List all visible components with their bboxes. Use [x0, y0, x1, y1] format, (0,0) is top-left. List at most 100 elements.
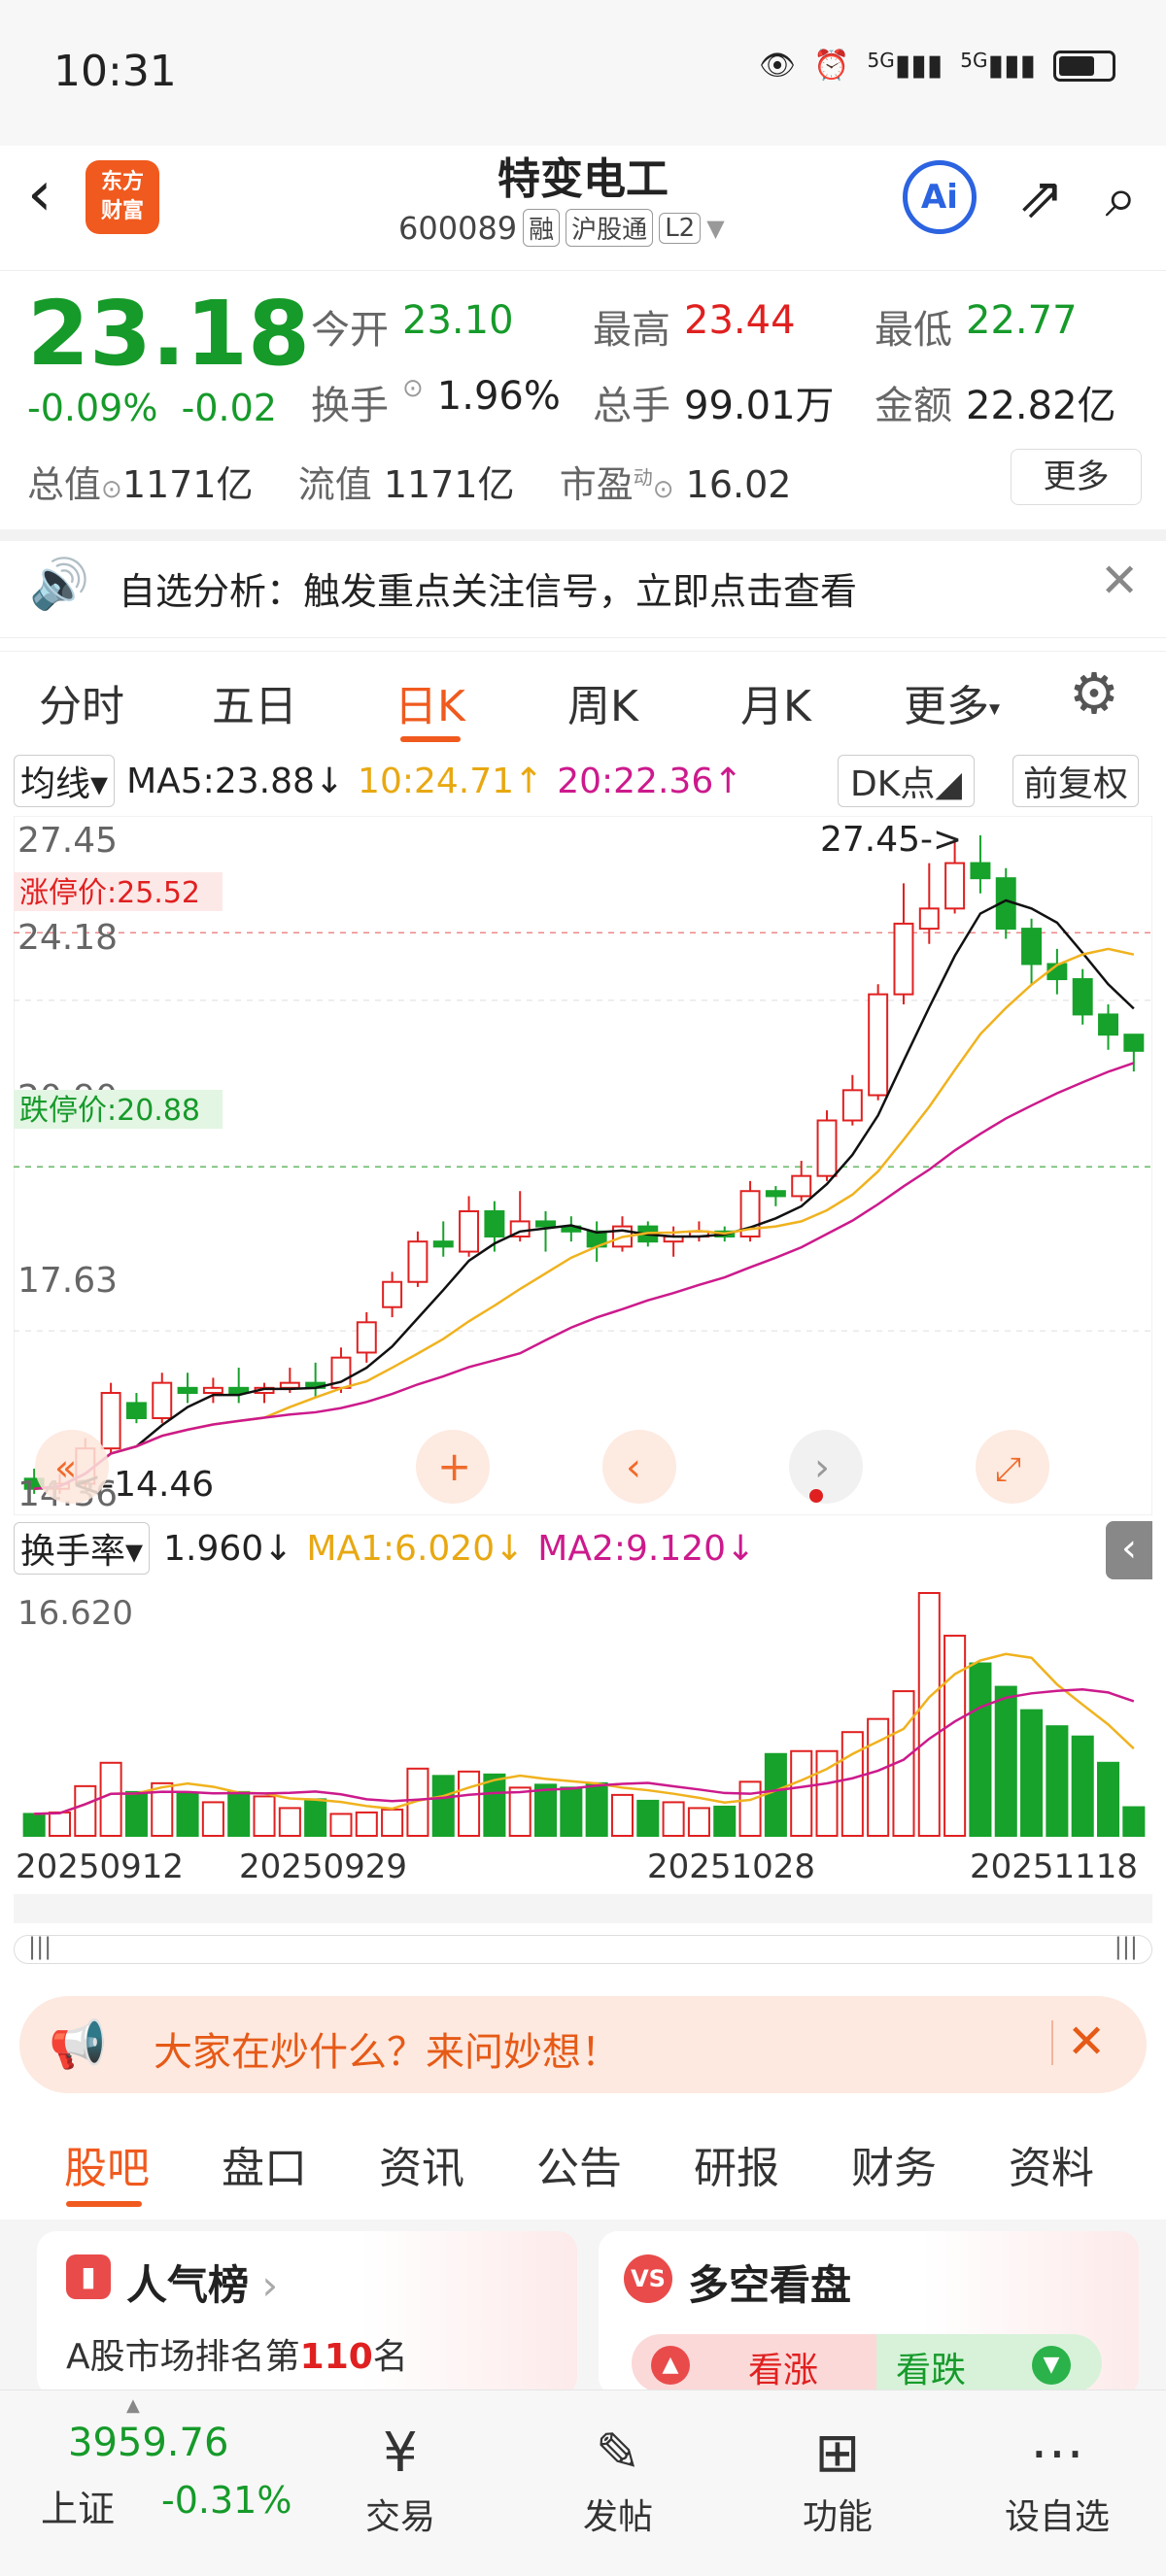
turnover-bar: [917, 1592, 941, 1837]
candle-body: [228, 1386, 250, 1395]
limit-down-label: 跌停价:20.88: [19, 1094, 200, 1128]
banner-text[interactable]: 大家在炒什么？来问妙想！: [154, 2020, 620, 2077]
bull-label: 看涨: [748, 2351, 819, 2390]
chevron-right-icon[interactable]: ›: [814, 1445, 830, 1490]
up-arrow-icon: ▲: [651, 2346, 690, 2385]
popularity-card[interactable]: ▮ 人气榜 › A股市场排名第110名: [37, 2231, 577, 2396]
share-icon[interactable]: ⇗: [1017, 169, 1065, 225]
volume-value: 99.01万: [684, 384, 835, 428]
turnover-bar: [969, 1662, 992, 1837]
tab-announcements[interactable]: 公告: [536, 2133, 622, 2195]
close-icon[interactable]: ✕: [1067, 2015, 1106, 2069]
candle-body: [100, 1392, 121, 1450]
mktcap-label: 总值: [27, 463, 102, 506]
tab-guba[interactable]: 股吧: [64, 2133, 150, 2195]
nav-functions[interactable]: ⊞ 功能: [770, 2419, 906, 2539]
speaker-icon: 🔊: [29, 556, 90, 612]
expand-icon[interactable]: ⤢: [995, 1450, 1021, 1489]
megaphone-icon: 📢: [49, 2017, 107, 2072]
candle-body: [765, 1190, 786, 1198]
more-button[interactable]: 更多: [1011, 449, 1142, 505]
candle-body: [382, 1280, 403, 1308]
scroll-right-handle[interactable]: |||: [1115, 1933, 1138, 1960]
candle-body: [1098, 1013, 1118, 1036]
scroll-track-bg: [14, 1894, 1152, 1923]
tab-profile[interactable]: 资料: [1009, 2133, 1094, 2195]
bull-bear-title: 多空看盘: [688, 2261, 852, 2309]
index-name[interactable]: 上证: [41, 2479, 115, 2532]
stock-code: 600089: [398, 209, 518, 247]
ai-button[interactable]: Ai: [902, 160, 977, 234]
turnover-bar: [253, 1795, 276, 1837]
info-icon[interactable]: ⊙: [402, 374, 424, 430]
candle-body: [841, 1089, 863, 1122]
index-value[interactable]: 3959.76: [68, 2421, 228, 2465]
turnover-ma-line: [34, 1687, 1135, 1815]
candle-body: [893, 922, 914, 996]
tab-intraday[interactable]: 分时: [39, 671, 124, 733]
double-left-icon[interactable]: «: [54, 1446, 77, 1489]
plus-icon[interactable]: +: [437, 1442, 471, 1490]
tab-daily-k[interactable]: 日K: [394, 671, 465, 733]
quote-grid: 今开 23.10 最高 23.44 最低 22.77 换手 ⊙ 1.96% 总手 99.01…: [311, 288, 1147, 439]
bear-button[interactable]: 看跌 ▼: [876, 2334, 1102, 2392]
volume-label: 总手: [593, 384, 670, 428]
bull-button[interactable]: ▲ 看涨: [632, 2334, 876, 2392]
collapse-panel-button[interactable]: ‹: [1106, 1521, 1152, 1579]
turnover-bar: [329, 1813, 353, 1838]
tab-research[interactable]: 研报: [694, 2133, 779, 2195]
info-icon[interactable]: ⊙: [653, 475, 674, 504]
volume-indicator-select[interactable]: 换手率▾: [14, 1522, 151, 1575]
tab-news[interactable]: 资讯: [379, 2133, 464, 2195]
turnover-bar: [943, 1634, 967, 1837]
gear-icon[interactable]: ⚙: [1069, 661, 1119, 727]
max-marker: 27.45->: [820, 820, 962, 860]
analysis-text[interactable]: 自选分析：触发重点关注信号，立即点击查看: [119, 561, 857, 615]
nav-post[interactable]: ✎ 发帖: [550, 2419, 686, 2539]
turnover-bar: [713, 1805, 737, 1838]
candle-body: [944, 862, 966, 910]
turnover-bar: [48, 1811, 72, 1838]
active-tab-indicator: [400, 736, 461, 742]
header-actions: Ai ⇗ ⌕: [902, 160, 1137, 234]
pe-value: 16.02: [685, 463, 792, 506]
info-icon[interactable]: ⊙: [101, 475, 122, 504]
pe-sup: 动: [633, 465, 653, 490]
bull-bear-card[interactable]: VS 多空看盘 ▲ 看涨 看跌 ▼: [599, 2231, 1139, 2396]
chevron-left-icon[interactable]: ‹: [626, 1445, 641, 1490]
tab-finance[interactable]: 财务: [851, 2133, 937, 2195]
turnover-bar: [790, 1749, 813, 1838]
close-icon[interactable]: ✕: [1100, 554, 1139, 608]
turnover-bar: [483, 1773, 506, 1837]
kline-chart[interactable]: 27.45 24.18 20.90 17.63 14.36 涨停价:25.52 …: [13, 815, 1153, 1516]
turnover-bar: [431, 1775, 455, 1837]
turnover-current: 1.960↓: [163, 1528, 293, 1569]
bear-label: 看跌: [896, 2351, 967, 2390]
turnover-svg[interactable]: 16.620: [14, 1581, 1152, 1844]
search-icon[interactable]: ⌕: [1106, 169, 1137, 225]
candle-body: [868, 993, 889, 1097]
kline-svg[interactable]: 27.45 24.18 20.90 17.63 14.36 涨停价:25.52 …: [13, 815, 1153, 1516]
stock-code-row[interactable]: 600089 融 沪股通 L2 ▼: [398, 209, 725, 247]
nav-trade[interactable]: ¥ 交易: [332, 2419, 468, 2539]
turnover-chart[interactable]: 16.620: [14, 1581, 1152, 1844]
dk-button[interactable]: DK点◢: [838, 755, 976, 807]
trade-icon: ¥: [383, 2422, 418, 2485]
turnover-bar: [22, 1813, 46, 1838]
scroll-left-handle[interactable]: |||: [28, 1933, 51, 1960]
chart-scrollbar[interactable]: ||| |||: [14, 1933, 1152, 1964]
amount-value: 22.82亿: [966, 384, 1116, 428]
tab-monthly-k[interactable]: 月K: [740, 671, 811, 733]
ma-legend: 均线▾ MA5:23.88↓ 10:24.71↑ 20:22.36↑ DK点◢ …: [14, 755, 1152, 807]
index-change[interactable]: -0.31%: [161, 2479, 292, 2522]
adjust-button[interactable]: 前复权: [1012, 755, 1140, 807]
candle-body: [432, 1240, 454, 1248]
tab-five-day[interactable]: 五日: [212, 671, 297, 733]
indicator-select[interactable]: 均线▾: [14, 755, 116, 807]
tab-pankou[interactable]: 盘口: [222, 2133, 307, 2195]
nav-add-watchlist[interactable]: ⋯ 设自选: [989, 2419, 1125, 2539]
tab-more[interactable]: 更多▾: [904, 671, 1000, 733]
tab-weekly-k[interactable]: 周K: [567, 671, 638, 733]
vol-ma1: MA1:6.020↓: [306, 1528, 525, 1569]
dropdown-icon[interactable]: ▼: [706, 215, 724, 242]
